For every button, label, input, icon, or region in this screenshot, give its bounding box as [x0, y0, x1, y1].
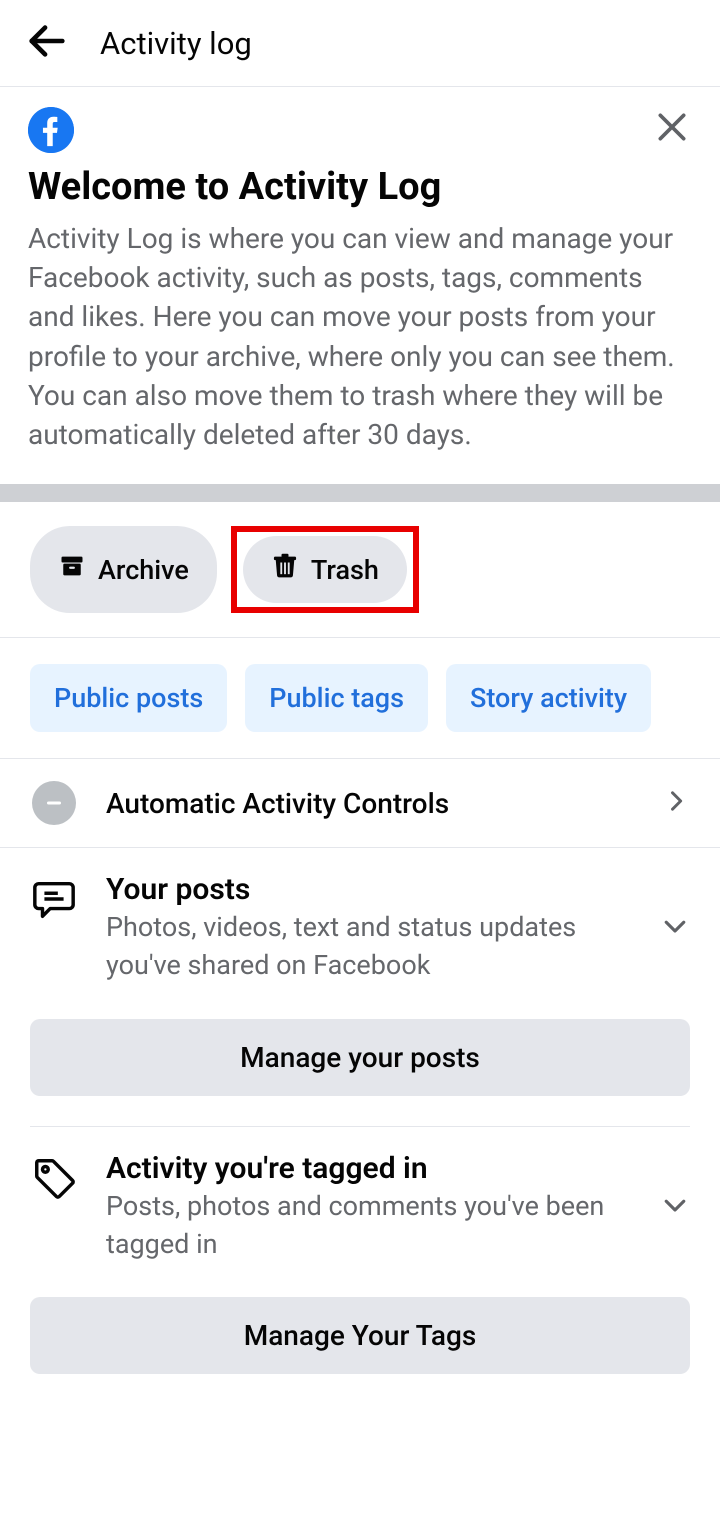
archive-label: Archive	[98, 554, 189, 586]
trash-icon	[271, 552, 299, 587]
trash-button[interactable]: Trash	[243, 536, 407, 603]
tagged-desc: Posts, photos and comments you've been t…	[106, 1188, 632, 1264]
automatic-activity-controls-row[interactable]: Automatic Activity Controls	[0, 759, 720, 848]
close-icon[interactable]	[652, 107, 692, 151]
pill-row: Archive Trash	[0, 502, 720, 638]
filter-story-activity[interactable]: Story activity	[446, 664, 651, 732]
filter-public-posts[interactable]: Public posts	[30, 664, 227, 732]
chevron-down-icon	[660, 911, 690, 945]
filter-row: Public posts Public tags Story activity	[0, 638, 720, 759]
automatic-activity-controls-label: Automatic Activity Controls	[106, 787, 634, 820]
your-posts-title: Your posts	[106, 872, 632, 907]
your-posts-section: Your posts Photos, videos, text and stat…	[0, 848, 720, 1127]
chevron-down-icon	[660, 1190, 690, 1224]
tag-icon	[30, 1155, 78, 1203]
chevron-right-icon	[662, 787, 690, 819]
your-posts-header[interactable]: Your posts Photos, videos, text and stat…	[30, 872, 690, 985]
tagged-section: Activity you're tagged in Posts, photos …	[0, 1127, 720, 1375]
intro-title: Welcome to Activity Log	[28, 165, 692, 209]
header: Activity log	[0, 0, 720, 87]
trash-highlight-annotation: Trash	[231, 526, 419, 613]
your-posts-desc: Photos, videos, text and status updates …	[106, 909, 632, 985]
page-title: Activity log	[100, 25, 252, 62]
archive-icon	[58, 552, 86, 587]
filter-public-tags[interactable]: Public tags	[245, 664, 428, 732]
intro-card: Welcome to Activity Log Activity Log is …	[0, 87, 720, 484]
manage-your-posts-button[interactable]: Manage your posts	[30, 1019, 690, 1096]
speech-bubble-icon	[30, 876, 78, 924]
trash-label: Trash	[311, 554, 379, 586]
archive-button[interactable]: Archive	[30, 526, 217, 613]
tagged-header[interactable]: Activity you're tagged in Posts, photos …	[30, 1151, 690, 1264]
section-divider	[0, 484, 720, 502]
back-arrow-icon[interactable]	[24, 18, 70, 68]
tagged-title: Activity you're tagged in	[106, 1151, 632, 1186]
minus-circle-icon	[30, 779, 78, 827]
facebook-logo-icon	[28, 107, 74, 153]
intro-description: Activity Log is where you can view and m…	[28, 219, 692, 454]
manage-your-tags-button[interactable]: Manage Your Tags	[30, 1297, 690, 1374]
